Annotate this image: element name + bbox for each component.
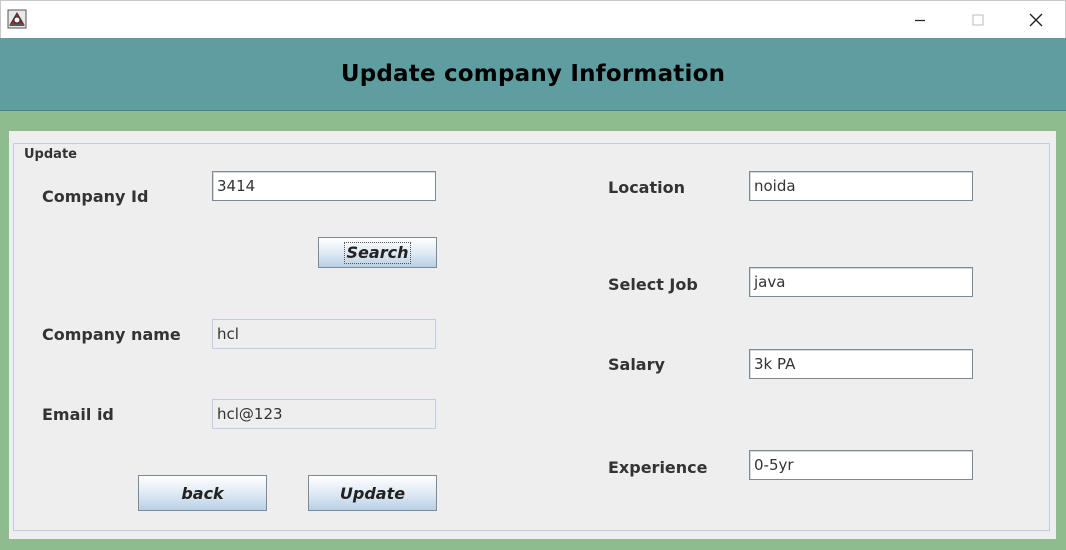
page-title: Update company Information	[340, 61, 726, 87]
form-panel: Update Company Id 3414 Search Company na…	[9, 131, 1056, 539]
email-id-field[interactable]: hcl@123	[212, 399, 436, 429]
experience-field[interactable]: 0-5yr	[749, 450, 973, 480]
minimize-button[interactable]	[891, 1, 949, 39]
search-button[interactable]: Search	[318, 237, 437, 268]
company-id-label: Company Id	[42, 187, 149, 206]
email-id-label: Email id	[42, 405, 114, 424]
location-label: Location	[608, 178, 685, 197]
company-name-field[interactable]: hcl	[212, 319, 436, 349]
search-button-label: Search	[343, 241, 412, 264]
company-id-field[interactable]: 3414	[212, 171, 436, 201]
close-icon	[1029, 13, 1043, 27]
maximize-button[interactable]	[949, 1, 1007, 39]
java-app-icon[interactable]	[7, 9, 27, 29]
experience-label: Experience	[608, 458, 708, 477]
update-button[interactable]: Update	[308, 475, 437, 511]
select-job-field[interactable]: java	[749, 267, 973, 297]
select-job-label: Select Job	[608, 275, 698, 294]
company-name-label: Company name	[42, 325, 181, 344]
salary-field[interactable]: 3k PA	[749, 349, 973, 379]
header-banner: Update company Information	[0, 38, 1066, 111]
maximize-icon	[972, 14, 984, 26]
back-button[interactable]: back	[138, 475, 267, 511]
salary-label: Salary	[608, 355, 665, 374]
window-titlebar	[0, 0, 1066, 38]
groupbox-title: Update	[22, 147, 80, 162]
location-field[interactable]: noida	[749, 171, 973, 201]
close-button[interactable]	[1007, 1, 1065, 39]
minimize-icon	[915, 19, 925, 22]
